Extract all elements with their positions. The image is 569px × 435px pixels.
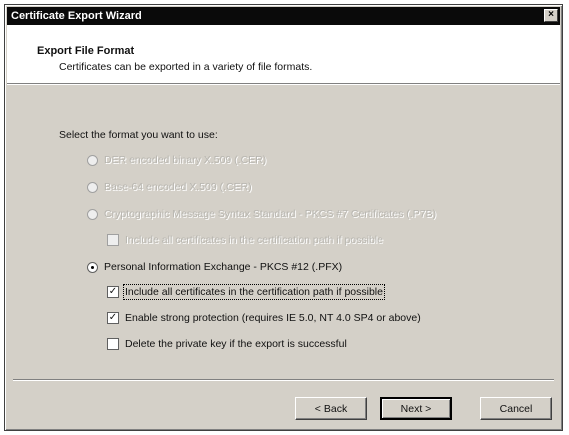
wizard-header: Export File Format Certificates can be e… bbox=[7, 25, 560, 84]
close-button[interactable]: × bbox=[544, 9, 558, 22]
format-label-base64: Base-64 encoded X.509 (.CER) bbox=[104, 181, 252, 193]
format-option-pkcs7[interactable]: Cryptographic Message Syntax Standard - … bbox=[87, 208, 436, 220]
next-button[interactable]: Next > bbox=[380, 397, 452, 420]
wizard-dialog: Certificate Export Wizard × Export File … bbox=[4, 4, 563, 431]
include-path-label: Include all certificates in the certific… bbox=[123, 284, 385, 300]
checkbox-delete-key[interactable] bbox=[107, 338, 119, 350]
strong-protection-label: Enable strong protection (requires IE 5.… bbox=[125, 312, 421, 324]
radio-der[interactable] bbox=[87, 154, 98, 166]
radio-base64[interactable] bbox=[87, 181, 98, 193]
radio-pfx[interactable] bbox=[87, 261, 98, 273]
delete-key-option[interactable]: Delete the private key if the export is … bbox=[107, 338, 347, 350]
title-bar: Certificate Export Wizard × bbox=[7, 7, 560, 25]
delete-key-label: Delete the private key if the export is … bbox=[125, 338, 347, 350]
radio-pkcs7[interactable] bbox=[87, 208, 98, 220]
pkcs7-include-path-label: Include all certificates in the certific… bbox=[125, 234, 383, 246]
format-option-base64[interactable]: Base-64 encoded X.509 (.CER) bbox=[87, 181, 252, 193]
format-prompt: Select the format you want to use: bbox=[59, 129, 218, 141]
checkbox-strong-protection[interactable]: ✓ bbox=[107, 312, 119, 324]
format-label-pfx: Personal Information Exchange - PKCS #12… bbox=[104, 261, 343, 273]
checkbox-pkcs7-include-path[interactable] bbox=[107, 234, 119, 246]
page-title: Export File Format bbox=[37, 45, 135, 57]
checkbox-include-path[interactable]: ✓ bbox=[107, 286, 119, 298]
format-label-der: DER encoded binary X.509 (.CER) bbox=[104, 154, 267, 166]
back-button[interactable]: < Back bbox=[295, 397, 367, 420]
strong-protection-option[interactable]: ✓ Enable strong protection (requires IE … bbox=[107, 312, 421, 324]
format-label-pkcs7: Cryptographic Message Syntax Standard - … bbox=[104, 208, 437, 220]
footer-divider bbox=[13, 379, 554, 381]
page-subtitle: Certificates can be exported in a variet… bbox=[59, 61, 313, 73]
cancel-button[interactable]: Cancel bbox=[480, 397, 552, 420]
header-divider bbox=[7, 84, 560, 85]
include-path-option[interactable]: ✓ Include all certificates in the certif… bbox=[107, 284, 385, 300]
pkcs7-include-path-option[interactable]: Include all certificates in the certific… bbox=[107, 234, 383, 246]
format-option-der[interactable]: DER encoded binary X.509 (.CER) bbox=[87, 154, 266, 166]
window-title: Certificate Export Wizard bbox=[11, 10, 142, 22]
format-option-pfx[interactable]: Personal Information Exchange - PKCS #12… bbox=[87, 261, 342, 273]
